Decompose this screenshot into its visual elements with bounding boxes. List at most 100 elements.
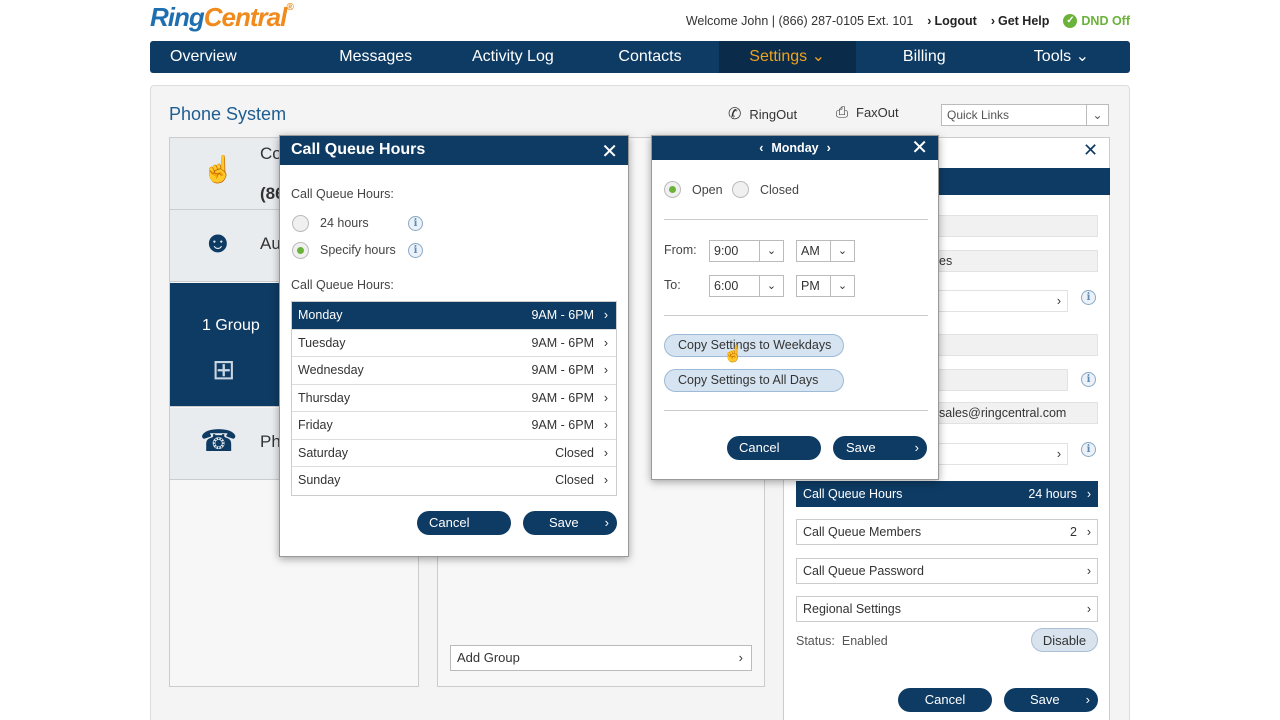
to-time-select[interactable]: 6:00 ⌄ (709, 275, 784, 297)
info-icon[interactable]: i (408, 216, 423, 231)
row-call-queue-members[interactable]: Call Queue Members 2 › (796, 519, 1098, 545)
day-save-button[interactable]: Save › (833, 436, 927, 460)
day-row-friday[interactable]: Friday 9AM - 6PM › (292, 412, 616, 440)
chevron-right-icon: › (1085, 692, 1090, 707)
left-tile-label: Au (260, 234, 281, 253)
row-label: Call Queue Hours (803, 487, 903, 501)
chevron-down-icon: ⌄ (759, 241, 783, 261)
day-cancel-button[interactable]: Cancel (727, 436, 821, 460)
nav-overview[interactable]: Overview (150, 41, 307, 73)
right-field[interactable] (935, 215, 1098, 237)
right-field[interactable]: es (935, 250, 1098, 272)
day-label: Sunday (298, 473, 341, 487)
chevron-down-icon: ⌄ (830, 241, 854, 261)
nav-activity-log[interactable]: Activity Log (444, 41, 581, 73)
day-row-monday[interactable]: Monday 9AM - 6PM › (292, 302, 616, 330)
quick-links-select[interactable]: Quick Links ⌄ (941, 104, 1109, 126)
dnd-label: DND Off (1081, 14, 1130, 28)
copy-to-all-days-button[interactable]: Copy Settings to All Days (664, 369, 844, 392)
chevron-right-icon: › (603, 445, 608, 460)
save-label: Save (846, 440, 876, 455)
modal-cancel-button[interactable]: Cancel (417, 511, 511, 535)
day-row-thursday[interactable]: Thursday 9AM - 6PM › (292, 384, 616, 412)
right-field[interactable] (935, 369, 1068, 391)
chevron-down-icon: ⌄ (1075, 48, 1090, 65)
left-tile-label: Ph (260, 432, 281, 451)
nav-tools[interactable]: Tools ⌄ (993, 41, 1130, 73)
day-hours: 9AM - 6PM (531, 418, 594, 432)
chevron-right-icon[interactable]: › (827, 141, 831, 155)
info-icon[interactable]: i (1081, 442, 1096, 457)
save-label: Save (549, 515, 579, 530)
day-row-sunday[interactable]: Sunday Closed › (292, 467, 616, 495)
modal-save-button[interactable]: Save › (523, 511, 617, 535)
from-time-select[interactable]: 9:00 ⌄ (709, 240, 784, 262)
chevron-right-icon: › (927, 14, 932, 28)
row-call-queue-hours[interactable]: Call Queue Hours 24 hours › (796, 481, 1098, 507)
save-label: Save (1030, 692, 1060, 707)
from-label: From: (664, 243, 697, 257)
day-label: Saturday (298, 445, 349, 460)
chevron-down-icon: ⌄ (1086, 105, 1108, 125)
day-row-tuesday[interactable]: Tuesday 9AM - 6PM › (292, 329, 616, 357)
row-value: 2 (1070, 525, 1077, 539)
headset-person-icon: ☻ (202, 226, 234, 259)
logo-central: Central (203, 2, 288, 32)
ringcentral-logo[interactable]: RingCentral® (150, 2, 294, 33)
right-field[interactable] (935, 334, 1098, 356)
nav-contacts[interactable]: Contacts (581, 41, 718, 73)
disable-button[interactable]: Disable (1031, 628, 1098, 652)
day-row-wednesday[interactable]: Wednesday 9AM - 6PM › (292, 357, 616, 385)
status-text: Status: Enabled (796, 634, 888, 648)
faxout-button[interactable]: ⎙ FaxOut (836, 104, 899, 121)
chevron-right-icon: › (738, 650, 743, 665)
dnd-toggle[interactable]: ✓ DND Off (1063, 14, 1130, 28)
get-help-label: Get Help (997, 14, 1050, 28)
email-field[interactable]: sales@ringcentral.com (935, 402, 1098, 424)
right-select[interactable]: › (935, 443, 1068, 465)
to-ampm-select[interactable]: PM ⌄ (796, 275, 855, 297)
day-row-saturday[interactable]: Saturday Closed › (292, 439, 616, 467)
chevron-right-icon: › (990, 14, 995, 28)
nav-billing[interactable]: Billing (856, 41, 993, 73)
from-ampm-select[interactable]: AM ⌄ (796, 240, 855, 262)
radio-closed[interactable] (732, 181, 749, 198)
close-icon[interactable]: ✕ (911, 136, 928, 160)
close-icon[interactable]: ✕ (601, 139, 618, 164)
chevron-down-icon: ⌄ (759, 276, 783, 296)
day-hours: 9AM - 6PM (531, 308, 594, 322)
get-help-link[interactable]: › Get Help (991, 14, 1050, 28)
ringout-button[interactable]: ✆ RingOut (728, 104, 797, 124)
day-label: Wednesday (298, 363, 364, 377)
nav-settings[interactable]: Settings ⌄ (718, 41, 856, 73)
chevron-left-icon[interactable]: ‹ (759, 141, 763, 155)
radio-24-hours[interactable] (292, 215, 309, 232)
chevron-down-icon: ⌄ (830, 276, 854, 296)
status-label: Status: (796, 634, 835, 648)
close-icon[interactable]: ✕ (1083, 140, 1098, 161)
info-icon[interactable]: i (1081, 372, 1096, 387)
logout-link[interactable]: › Logout (927, 14, 977, 28)
chevron-right-icon: › (1086, 564, 1091, 578)
nav-messages[interactable]: Messages (307, 41, 444, 73)
section-label: Call Queue Hours: (291, 187, 394, 201)
right-cancel-button[interactable]: Cancel (898, 688, 992, 712)
right-select[interactable]: › (935, 290, 1068, 312)
from-ampm-value: AM (801, 244, 820, 258)
row-regional-settings[interactable]: Regional Settings › (796, 596, 1098, 622)
right-save-button[interactable]: Save › (1004, 688, 1098, 712)
row-call-queue-password[interactable]: Call Queue Password › (796, 558, 1098, 584)
radio-specify-hours-label: Specify hours (320, 243, 396, 257)
top-links: Welcome John | (866) 287-0105 Ext. 101 ›… (686, 14, 1130, 28)
radio-specify-hours[interactable] (292, 242, 309, 259)
day-label: Tuesday (298, 335, 346, 350)
info-icon[interactable]: i (408, 243, 423, 258)
info-icon[interactable]: i (1081, 290, 1096, 305)
chevron-down-icon: ⌄ (811, 48, 825, 65)
row-label: Call Queue Members (803, 525, 922, 539)
radio-open[interactable] (664, 181, 681, 198)
day-hours: Closed (555, 445, 594, 460)
row-label: Regional Settings (803, 602, 901, 616)
add-group-button[interactable]: Add Group › (450, 645, 752, 671)
copy-to-weekdays-button[interactable]: Copy Settings to Weekdays (664, 334, 844, 357)
